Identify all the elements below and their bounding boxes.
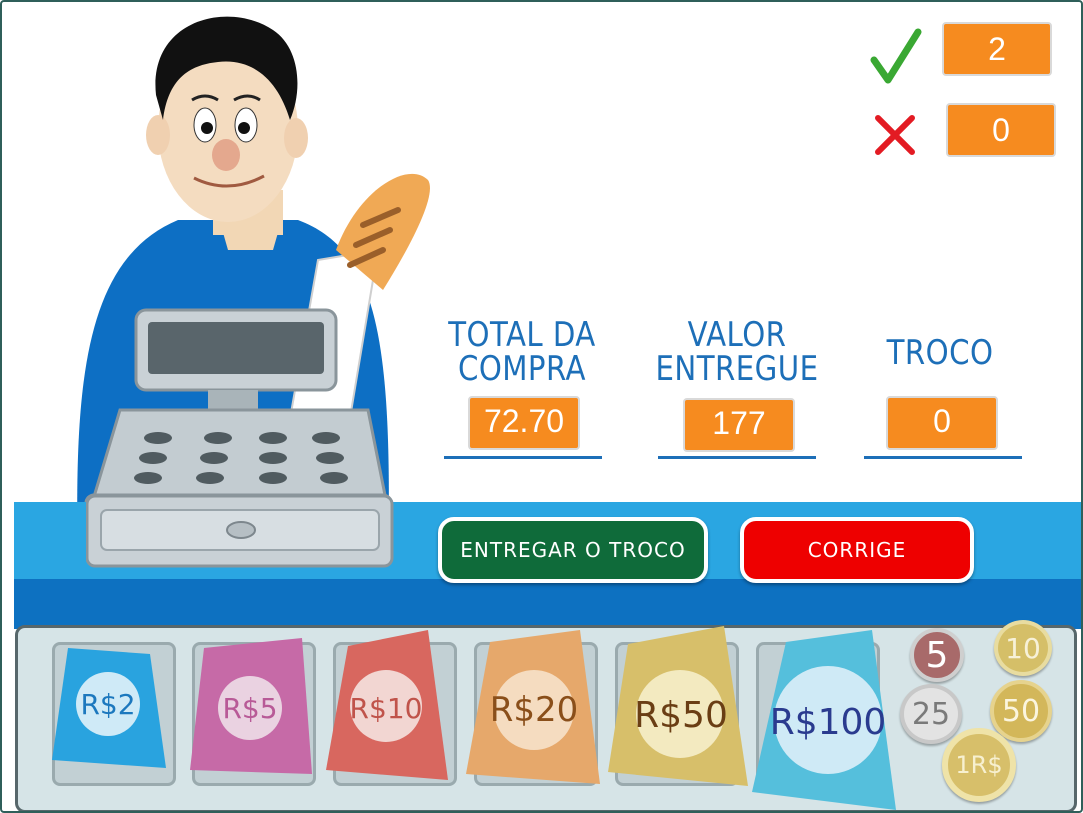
- note-2-label: R$2: [80, 687, 136, 721]
- coin-5[interactable]: 5: [910, 628, 964, 682]
- given-label: VALOR ENTREGUE: [655, 315, 819, 389]
- note-10-label: R$10: [349, 691, 423, 725]
- note-100-label: R$100: [769, 701, 887, 743]
- note-20-label: R$20: [489, 690, 579, 730]
- change-label: TROCO: [886, 333, 994, 373]
- change-underline: [864, 456, 1022, 459]
- total-label: TOTAL DA COMPRA: [448, 315, 596, 389]
- note-5-label: R$5: [222, 691, 278, 725]
- coin-10[interactable]: 10: [994, 620, 1052, 676]
- coin-25[interactable]: 25: [900, 684, 962, 744]
- total-value: 72.70: [468, 396, 580, 450]
- given-underline: [658, 456, 816, 459]
- correct-count: 2: [942, 22, 1052, 76]
- note-50-label: R$50: [634, 694, 728, 736]
- cross-icon: [875, 115, 915, 155]
- game-frame: 2 0 TOTAL DA COMPRA 72.70 VALOR ENTREGUE 1…: [0, 0, 1083, 813]
- deliver-change-button[interactable]: ENTREGAR O TROCO: [438, 517, 708, 583]
- correct-button[interactable]: CORRIGE: [740, 517, 974, 583]
- coin-1-real[interactable]: 1R$: [942, 728, 1016, 802]
- change-value: 0: [886, 396, 998, 450]
- check-icon: [870, 28, 922, 84]
- counter-band-dark: [14, 579, 1081, 629]
- total-underline: [444, 456, 602, 459]
- coin-50[interactable]: 50: [990, 680, 1052, 742]
- wrong-count: 0: [946, 103, 1056, 157]
- given-value: 177: [683, 398, 795, 452]
- register-drawer: [86, 495, 394, 568]
